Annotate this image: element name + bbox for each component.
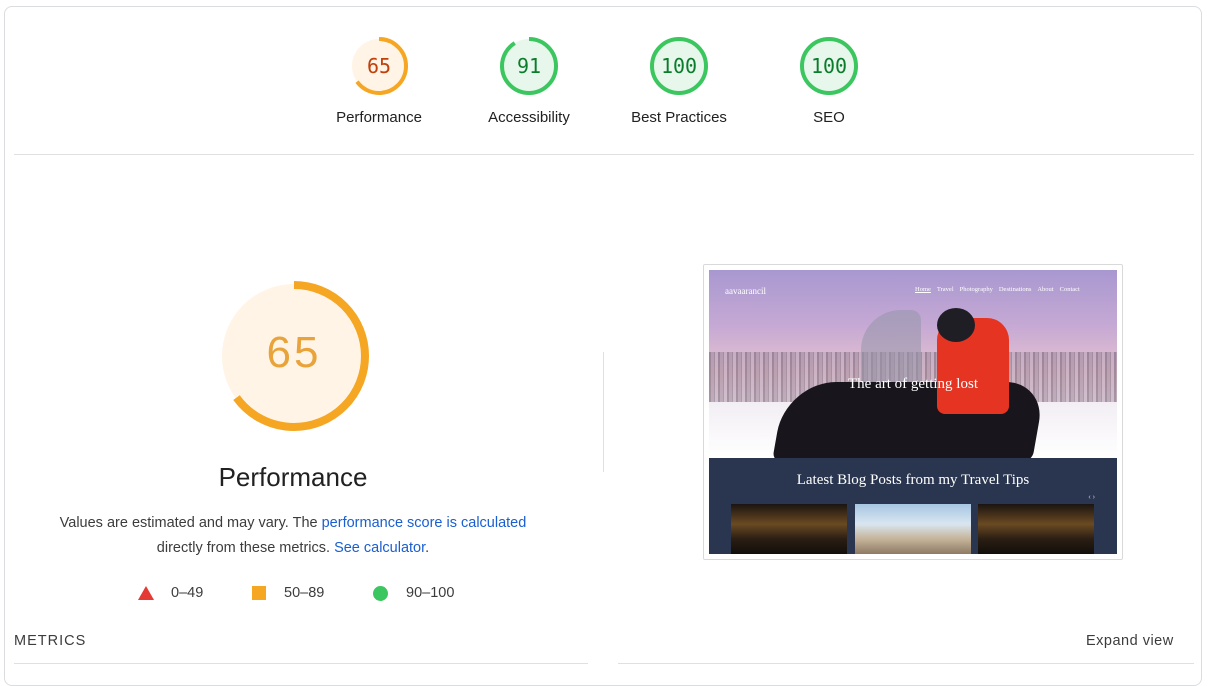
site-nav: Home Travel Photography Destinations Abo… bbox=[915, 286, 1080, 293]
final-screenshot[interactable]: aavaarancil Home Travel Photography Dest… bbox=[703, 264, 1123, 560]
gauge-label: Accessibility bbox=[488, 109, 570, 126]
legend-label: 0–49 bbox=[171, 585, 204, 601]
performance-gauge: 65 bbox=[218, 280, 370, 432]
site-nav-item: Photography bbox=[959, 286, 993, 293]
helmet-image bbox=[937, 308, 975, 342]
legend-average: 50–89 bbox=[252, 585, 324, 601]
site-nav-item: Contact bbox=[1059, 286, 1080, 293]
score-gauges: 65 Performance 91 Accessibility 100 Best… bbox=[0, 0, 1208, 150]
gauge-score: 91 bbox=[517, 54, 541, 78]
gauge-performance[interactable]: 65 Performance bbox=[304, 35, 454, 126]
gauge-label: Performance bbox=[336, 109, 422, 126]
gauge-seo[interactable]: 100 SEO bbox=[754, 35, 904, 126]
performance-description: Values are estimated and may vary. The p… bbox=[33, 511, 553, 561]
legend-label: 90–100 bbox=[406, 585, 455, 601]
legend-label: 50–89 bbox=[284, 585, 325, 601]
legend-pass: 90–100 bbox=[373, 585, 454, 601]
screenshot-content: aavaarancil Home Travel Photography Dest… bbox=[709, 270, 1117, 554]
gauge-best-practices[interactable]: 100 Best Practices bbox=[604, 35, 754, 126]
blog-thumbnail bbox=[731, 504, 847, 554]
gauge-ring: 91 bbox=[500, 37, 558, 95]
legend-fail: 0–49 bbox=[138, 585, 203, 601]
performance-title: Performance bbox=[218, 462, 368, 492]
metrics-divider-left bbox=[14, 663, 588, 664]
vertical-divider bbox=[603, 352, 604, 472]
desc-text: Values are estimated and may vary. The bbox=[59, 515, 322, 531]
see-calculator-link[interactable]: See calculator bbox=[334, 540, 425, 556]
gauge-ring: 65 bbox=[350, 37, 408, 95]
site-name: aavaarancil bbox=[725, 286, 766, 296]
gauge-label: Best Practices bbox=[631, 109, 727, 126]
blog-thumbnail bbox=[978, 504, 1094, 554]
score-calculated-link[interactable]: performance score is calculated bbox=[322, 515, 527, 531]
gauge-score: 100 bbox=[661, 54, 697, 78]
gauge-accessibility[interactable]: 91 Accessibility bbox=[454, 35, 604, 126]
site-nav-item: Travel bbox=[936, 286, 954, 293]
expand-view-button[interactable]: Expand view bbox=[1086, 633, 1174, 649]
gauge-score: 65 bbox=[367, 54, 391, 78]
desc-text: directly from these metrics. bbox=[156, 540, 335, 556]
screenshot-hero: aavaarancil Home Travel Photography Dest… bbox=[709, 270, 1117, 462]
hero-title: The art of getting lost bbox=[848, 376, 978, 392]
blog-thumbnail bbox=[855, 504, 971, 554]
performance-score: 65 bbox=[266, 328, 322, 377]
gauge-score: 100 bbox=[811, 54, 847, 78]
triangle-icon bbox=[138, 586, 154, 600]
metrics-divider-right bbox=[618, 663, 1194, 664]
gauge-label: SEO bbox=[813, 109, 845, 126]
section-divider bbox=[14, 154, 1194, 155]
metrics-heading: METRICS bbox=[14, 633, 87, 649]
circle-icon bbox=[373, 585, 388, 601]
gauge-ring: 100 bbox=[650, 37, 708, 95]
blog-title: Latest Blog Posts from my Travel Tips bbox=[796, 472, 1030, 488]
carousel-arrows-icon: ‹ › bbox=[1088, 494, 1095, 501]
site-nav-item: Home bbox=[915, 286, 931, 293]
square-icon bbox=[252, 586, 266, 600]
site-nav-item: About bbox=[1037, 286, 1054, 293]
blog-section: Latest Blog Posts from my Travel Tips ‹ … bbox=[709, 458, 1117, 554]
desc-text: . bbox=[425, 540, 430, 556]
gauge-ring: 100 bbox=[800, 37, 858, 95]
site-nav-item: Destinations bbox=[998, 286, 1032, 293]
